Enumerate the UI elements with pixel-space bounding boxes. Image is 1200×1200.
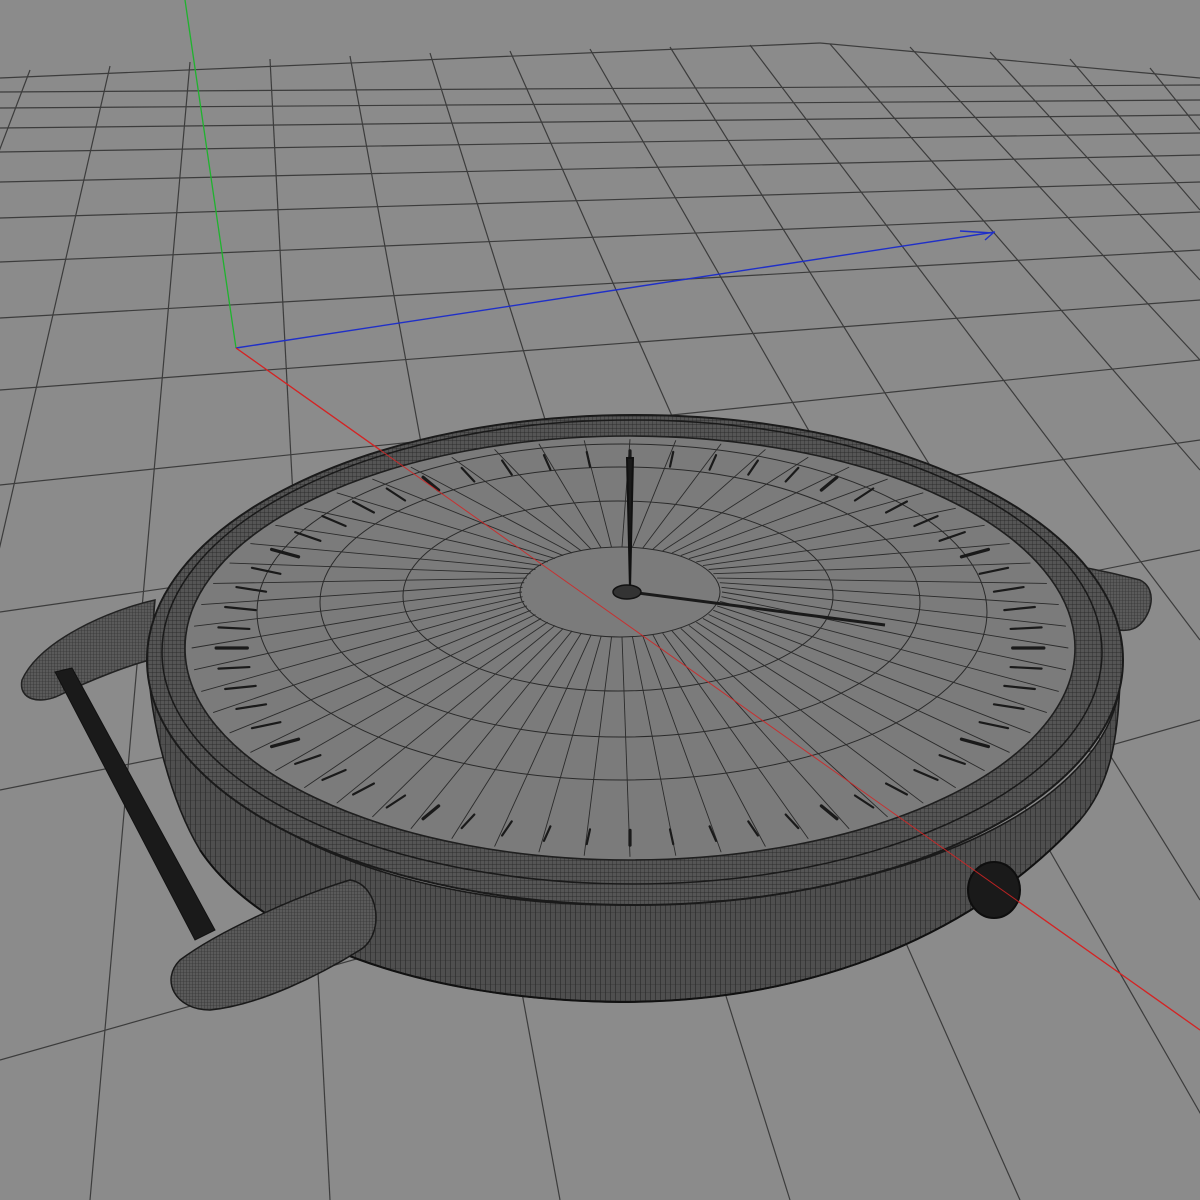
dial-tick-marker <box>1009 626 1043 631</box>
hand-pivot <box>612 584 642 600</box>
dial-tick-marker <box>1009 665 1043 670</box>
3d-viewport[interactable] <box>0 0 1200 1200</box>
viewport-scene[interactable] <box>0 0 1200 1200</box>
watch-crown[interactable] <box>967 861 1021 919</box>
dial-tick-marker <box>217 665 251 670</box>
dial-tick-marker <box>217 626 251 631</box>
